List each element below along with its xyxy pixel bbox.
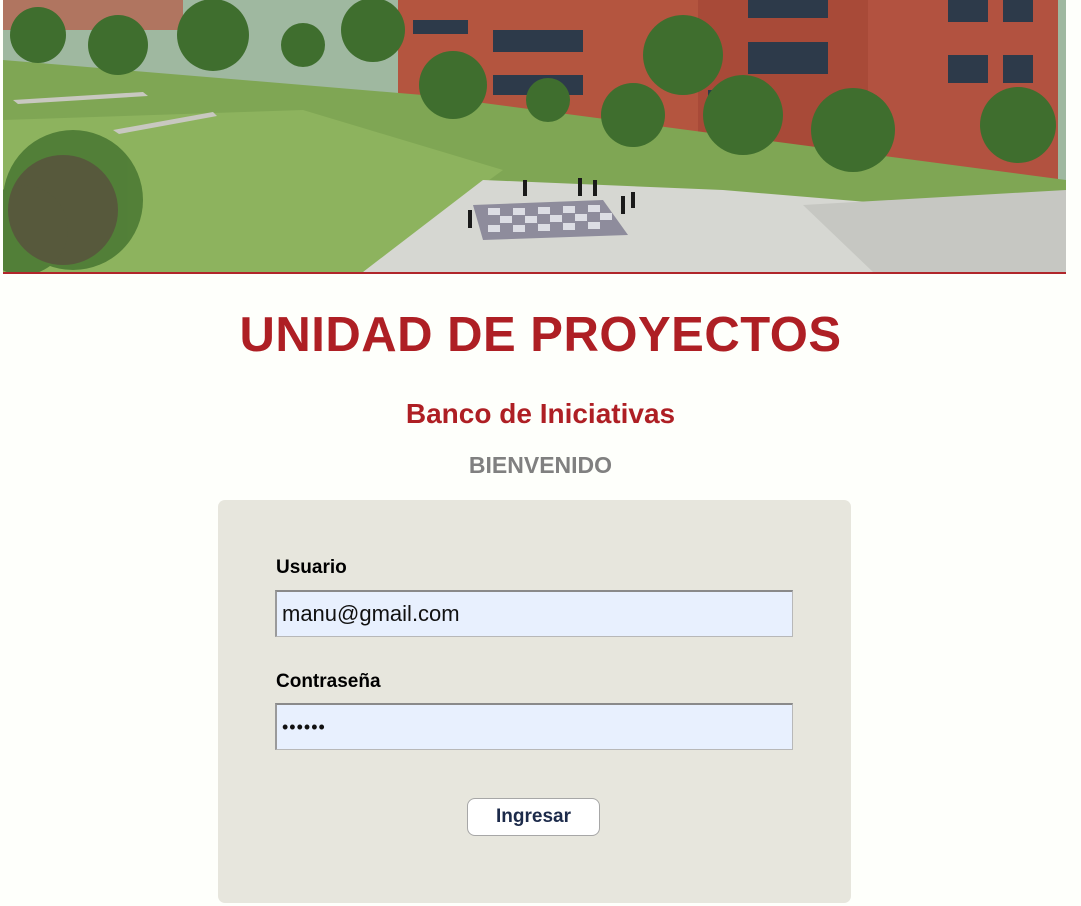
password-input[interactable] [275, 703, 793, 750]
password-label: Contraseña [276, 671, 381, 692]
campus-banner-image [3, 0, 1066, 274]
page-subtitle: Banco de Iniciativas [405, 398, 676, 429]
page-title: UNIDAD DE PROYECTOS [239, 308, 842, 362]
login-panel: Usuario Contraseña Ingresar [218, 500, 851, 903]
welcome-heading: BIENVENIDO [468, 452, 613, 478]
username-label: Usuario [276, 557, 347, 578]
username-input[interactable] [275, 590, 793, 637]
login-submit-button[interactable]: Ingresar [467, 798, 600, 836]
